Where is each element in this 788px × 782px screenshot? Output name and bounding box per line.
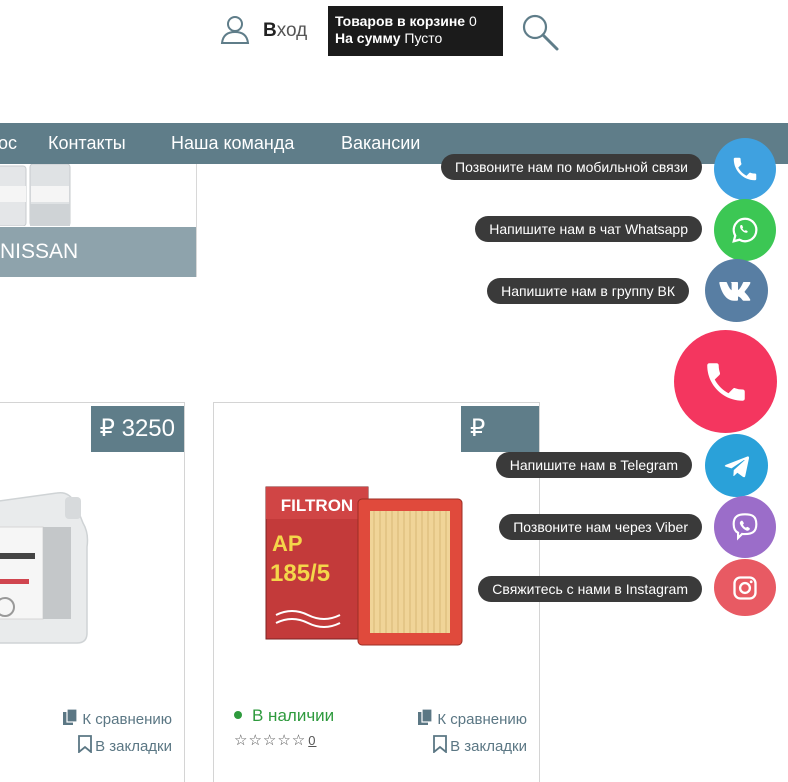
stock-label: В наличии <box>252 706 335 725</box>
contact-label-vk[interactable]: Напишите нам в группу ВК <box>487 278 689 304</box>
mobile-call-button[interactable] <box>714 138 776 200</box>
search-icon[interactable] <box>520 12 560 52</box>
price-badge: ₽ 3250 <box>90 406 184 452</box>
contact-label-mobile[interactable]: Позвоните нам по мобильной связи <box>441 154 702 180</box>
main-contact-button[interactable] <box>674 330 777 433</box>
login-initial: В <box>263 20 277 41</box>
nav-item-team[interactable]: Наша команда <box>171 133 294 154</box>
contact-label-instagram[interactable]: Свяжитесь с нами в Instagram <box>478 576 702 602</box>
stock-status: В наличии <box>234 706 334 726</box>
instagram-button[interactable] <box>714 559 776 616</box>
bookmark-label: В закладки <box>95 738 172 755</box>
category-image <box>0 164 80 226</box>
compare-link[interactable]: К сравнению <box>417 709 527 728</box>
contact-label-telegram[interactable]: Напишите нам в Telegram <box>495 452 692 478</box>
cart-items-label: Товаров в корзине <box>335 13 466 29</box>
vk-icon <box>718 281 750 301</box>
bookmark-link[interactable]: В закладки <box>433 735 527 755</box>
category-label: NISSAN <box>0 227 196 277</box>
bookmark-link[interactable]: В закладки <box>78 735 172 755</box>
product-image-air-filter: FILTRON AP 185/5 <box>265 486 463 646</box>
login-rest: ход <box>276 20 308 41</box>
category-card[interactable]: NISSAN <box>0 164 197 277</box>
viber-icon <box>732 513 758 541</box>
bookmark-icon <box>433 735 447 753</box>
cart-sum-value: Пусто <box>404 30 443 46</box>
bookmark-icon <box>78 735 92 753</box>
compare-icon <box>418 709 433 725</box>
telegram-icon <box>724 455 749 477</box>
compare-label: К сравнению <box>82 711 172 728</box>
product-image-oil-canister <box>0 491 89 644</box>
contact-label-viber[interactable]: Позвоните нам через Viber <box>499 514 702 540</box>
compare-icon <box>63 709 78 725</box>
rating-stars[interactable]: ☆☆☆☆☆ 0 <box>234 731 316 749</box>
contact-label-whatsapp[interactable]: Напишите нам в чат Whatsapp <box>475 216 702 242</box>
product-image-model-letters: AP <box>272 531 303 556</box>
nav-item-vacancies[interactable]: Вакансии <box>341 133 420 154</box>
compare-label: К сравнению <box>437 711 527 728</box>
nav-item-truncated[interactable]: ос <box>0 133 17 154</box>
cart-sum-label: На сумму <box>335 30 401 46</box>
whatsapp-button[interactable] <box>714 199 776 261</box>
phone-icon <box>706 362 745 401</box>
vk-button[interactable] <box>705 259 768 322</box>
price-badge: ₽ 350 <box>461 406 539 488</box>
login-link[interactable]: Вход <box>263 20 307 42</box>
rating-count[interactable]: 0 <box>308 733 316 748</box>
phone-icon <box>733 157 757 181</box>
compare-link[interactable]: К сравнению <box>62 709 172 728</box>
telegram-button[interactable] <box>705 434 768 497</box>
viber-button[interactable] <box>714 496 776 558</box>
instagram-icon <box>733 575 757 600</box>
product-image-model-number: 185/5 <box>270 560 330 587</box>
product-image-brand: FILTRON <box>281 496 353 515</box>
cart-summary[interactable]: Товаров в корзине 0 На сумму Пусто <box>328 6 503 56</box>
stock-dot-icon <box>234 710 242 719</box>
whatsapp-icon <box>732 217 758 243</box>
user-icon[interactable] <box>219 14 251 46</box>
product-card[interactable]: ₽ 3250 К сравнению В закладки <box>0 402 185 782</box>
nav-item-contacts[interactable]: Контакты <box>48 133 126 154</box>
bookmark-label: В закладки <box>450 738 527 755</box>
cart-items-count: 0 <box>468 13 477 29</box>
